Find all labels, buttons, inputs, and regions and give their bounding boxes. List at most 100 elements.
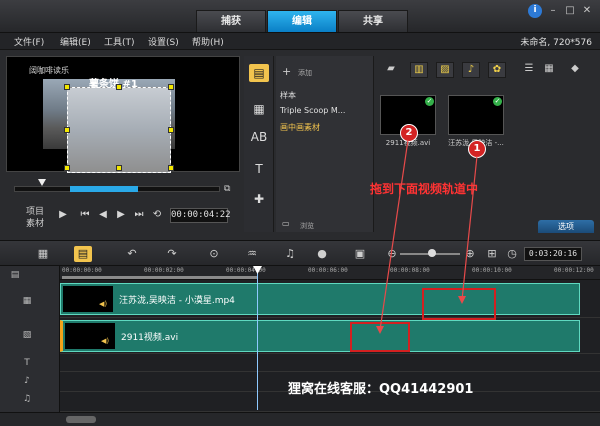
- grid-view-icon[interactable]: ▦: [540, 62, 558, 78]
- step-back-icon[interactable]: ◀: [96, 208, 110, 222]
- clip-thumbnail: [63, 286, 113, 312]
- zoom-slider-knob[interactable]: [428, 249, 436, 257]
- close-icon[interactable]: ✕: [580, 4, 594, 18]
- options-button[interactable]: 选项: [538, 220, 594, 233]
- menu-bar: 文件(F) 编辑(E) 工具(T) 设置(S) 帮助(H) 未命名, 720*5…: [0, 33, 600, 50]
- step-badge-1: 1: [468, 140, 486, 158]
- storyboard-view-icon[interactable]: ▦: [34, 246, 52, 262]
- title-icon[interactable]: T: [249, 160, 269, 178]
- ruler-tick: 00:00:00:00: [62, 267, 102, 274]
- resize-handle[interactable]: [116, 165, 122, 171]
- timeline-scrollbar[interactable]: [0, 412, 600, 426]
- preview-window[interactable]: 阔咖啡读乐 薯条饼 #1: [6, 56, 240, 173]
- scrollbar-thumb[interactable]: [66, 416, 96, 423]
- title-track-icon[interactable]: T: [18, 356, 36, 370]
- skip-start-icon[interactable]: ⏮: [78, 208, 92, 222]
- track-view-icon[interactable]: ▤: [6, 268, 24, 282]
- resize-handle[interactable]: [168, 127, 174, 133]
- ruler-tick: 00:00:08:00: [390, 267, 430, 274]
- clip-mode-label[interactable]: 素材: [26, 216, 44, 229]
- chapter-icon[interactable]: ▣: [352, 246, 368, 262]
- ruler-tick: 00:00:12:00: [554, 267, 594, 274]
- enlarge-icon[interactable]: ⧉: [224, 184, 236, 194]
- resize-handle[interactable]: [168, 84, 174, 90]
- audio-filter-icon[interactable]: ♪: [462, 62, 480, 78]
- step-forward-icon[interactable]: ▶: [114, 208, 128, 222]
- minimize-icon[interactable]: –: [546, 4, 560, 18]
- tab-share[interactable]: 共享: [338, 10, 408, 32]
- media-thumbnail[interactable]: ✓: [448, 95, 504, 135]
- timeline-timecode[interactable]: 0:03:20:16: [524, 247, 582, 261]
- play-icon[interactable]: ▶: [56, 208, 70, 222]
- transition-icon[interactable]: AB: [249, 128, 269, 146]
- zoom-out-icon[interactable]: ⊖: [384, 246, 400, 262]
- overlay-track-icon[interactable]: ▧: [18, 328, 36, 342]
- menu-edit[interactable]: 编辑(E): [60, 35, 91, 48]
- video-track[interactable]: ◀) 汪苏泷,吴映洁 - 小漠星.mp4: [60, 280, 600, 318]
- list-view-icon[interactable]: ☰: [520, 62, 538, 78]
- preview-timecode[interactable]: 00:00:04:22: [170, 208, 231, 223]
- resize-handle[interactable]: [168, 165, 174, 171]
- overlay-video-frame[interactable]: [67, 87, 171, 173]
- auto-music-icon[interactable]: ♫: [282, 246, 298, 262]
- voice-track-icon[interactable]: ♪: [18, 374, 36, 388]
- redo-icon[interactable]: ↷: [164, 246, 180, 262]
- clock-icon: ◷: [507, 247, 517, 260]
- zoom-in-icon[interactable]: ⊕: [462, 246, 478, 262]
- media-icon[interactable]: ▤: [249, 64, 269, 82]
- resize-handle[interactable]: [116, 84, 122, 90]
- audio-mixer-icon[interactable]: ♒: [244, 246, 260, 262]
- track-manager-icon[interactable]: ●: [314, 246, 330, 262]
- loop-icon[interactable]: ⟲: [150, 208, 164, 222]
- title-track[interactable]: [60, 354, 600, 372]
- fit-project-icon[interactable]: ⊞: [484, 246, 500, 262]
- maximize-icon[interactable]: □: [563, 4, 577, 18]
- ruler-selection[interactable]: [62, 276, 258, 279]
- menu-tools[interactable]: 工具(T): [104, 35, 135, 48]
- ruler-tick: 00:00:10:00: [472, 267, 512, 274]
- scrub-handle[interactable]: [38, 179, 46, 186]
- add-icon[interactable]: +: [282, 65, 291, 78]
- trim-selection[interactable]: [70, 186, 138, 192]
- video-filter-icon[interactable]: ▥: [410, 62, 428, 78]
- resize-handle[interactable]: [64, 165, 70, 171]
- resize-handle[interactable]: [64, 84, 70, 90]
- tab-edit[interactable]: 编辑: [267, 10, 337, 32]
- playhead-line[interactable]: [257, 270, 258, 410]
- video-track-icon[interactable]: ▦: [18, 294, 36, 308]
- browse-button[interactable]: 浏览: [300, 221, 314, 231]
- ruler-tick: 00:00:06:00: [308, 267, 348, 274]
- overlay-clip[interactable]: ◀) 2911视频.avi: [60, 320, 580, 352]
- library-item-sample[interactable]: 样本: [280, 90, 296, 101]
- step-badge-2: 2: [400, 124, 418, 142]
- project-info: 未命名, 720*576: [520, 38, 592, 48]
- record-icon[interactable]: ⊙: [206, 246, 222, 262]
- folder-icon[interactable]: ▰: [382, 62, 400, 78]
- video-clip[interactable]: ◀) 汪苏泷,吴映洁 - 小漠星.mp4: [60, 283, 580, 315]
- skip-end-icon[interactable]: ⏭: [132, 208, 146, 222]
- undo-icon[interactable]: ↶: [124, 246, 140, 262]
- more-options-icon[interactable]: ◆: [566, 62, 584, 78]
- overlay-track[interactable]: ◀) 2911视频.avi: [60, 318, 600, 354]
- video-editor-window: 捕获 编辑 共享 i – □ ✕ 文件(F) 编辑(E) 工具(T) 设置(S)…: [0, 0, 600, 426]
- music-track-icon[interactable]: ♫: [18, 392, 36, 406]
- check-icon: ✓: [425, 97, 434, 106]
- graphic-icon[interactable]: ✚: [249, 190, 269, 208]
- menu-help[interactable]: 帮助(H): [192, 35, 224, 48]
- help-icon[interactable]: i: [528, 4, 542, 18]
- overlay-caption: 薯条饼 #1: [89, 79, 138, 90]
- clip-thumbnail: [65, 323, 115, 349]
- track-header-panel: ▤ ▦ ▧ T ♪ ♫: [0, 266, 60, 412]
- timeline-view-icon[interactable]: ▤: [74, 246, 92, 262]
- browse-icon[interactable]: ▭: [282, 219, 290, 228]
- library-item-pip[interactable]: 画中画素材: [280, 122, 320, 133]
- instant-project-icon[interactable]: ▦: [249, 100, 269, 118]
- add-folder-button[interactable]: 添加: [298, 68, 312, 78]
- fx-filter-icon[interactable]: ✿: [488, 62, 506, 78]
- menu-settings[interactable]: 设置(S): [148, 35, 179, 48]
- resize-handle[interactable]: [64, 127, 70, 133]
- menu-file[interactable]: 文件(F): [14, 35, 44, 48]
- tab-capture[interactable]: 捕获: [196, 10, 266, 32]
- library-item-triple-scoop[interactable]: Triple Scoop M...: [280, 106, 345, 115]
- photo-filter-icon[interactable]: ▨: [436, 62, 454, 78]
